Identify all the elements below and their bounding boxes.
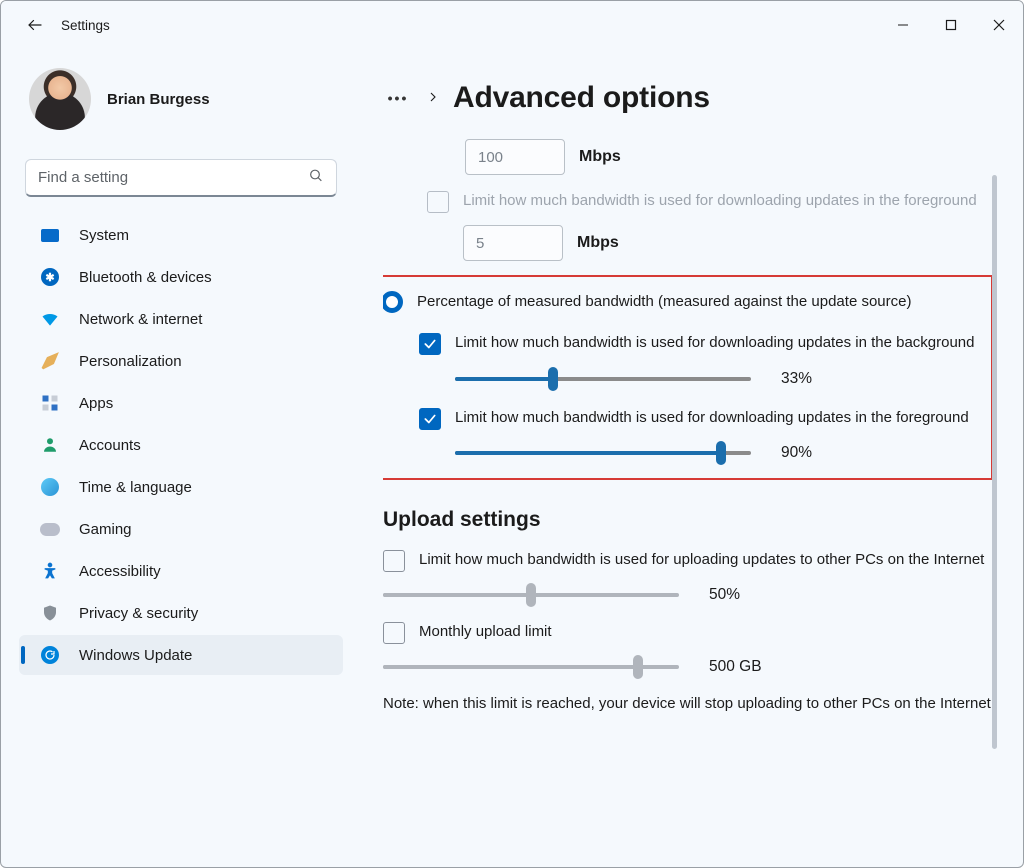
system-icon [39,224,61,246]
sidebar: Brian Burgess System ✱ Bluetooth & devic… [1,49,353,867]
settings-window: Settings Brian Burgess [0,0,1024,868]
breadcrumb: ••• Advanced options [383,81,1001,115]
breadcrumb-overflow-button[interactable]: ••• [383,83,413,113]
check-icon [423,412,437,426]
monthly-limit-checkbox[interactable] [383,622,405,644]
accessibility-icon [39,560,61,582]
nav-label: Privacy & security [79,605,198,622]
nav-label: Personalization [79,353,182,370]
bg-absolute-input[interactable]: 100 [465,139,565,175]
brush-icon [39,350,61,372]
upload-note: Note: when this limit is reached, your d… [383,694,997,714]
nav-gaming[interactable]: Gaming [19,509,343,549]
check-icon [423,337,437,351]
nav-label: Network & internet [79,311,202,328]
percentage-bandwidth-section: Percentage of measured bandwidth (measur… [383,275,993,480]
bluetooth-icon: ✱ [39,266,61,288]
fg-absolute-checkbox[interactable] [427,191,449,213]
nav-apps[interactable]: Apps [19,383,343,423]
unit-label: Mbps [577,234,619,252]
nav-label: Accounts [79,437,141,454]
nav-label: Time & language [79,479,192,496]
fg-absolute-label: Limit how much bandwidth is used for dow… [463,191,997,211]
nav-network[interactable]: Network & internet [19,299,343,339]
search-box[interactable] [25,159,337,197]
nav-time-language[interactable]: Time & language [19,467,343,507]
minimize-icon [897,19,909,31]
bg-pct-value: 33% [781,370,812,388]
close-button[interactable] [975,5,1023,45]
percentage-radio[interactable] [383,291,403,313]
nav-label: Accessibility [79,563,161,580]
wifi-icon [39,308,61,330]
upload-bw-slider[interactable] [383,584,679,606]
nav-label: System [79,227,129,244]
main-content: ••• Advanced options 100 Mbps [353,49,1023,867]
nav-privacy[interactable]: Privacy & security [19,593,343,633]
update-icon [39,644,61,666]
fg-pct-checkbox[interactable] [419,408,441,430]
nav-label: Gaming [79,521,132,538]
upload-settings-heading: Upload settings [383,508,997,532]
search-input[interactable] [26,169,336,186]
profile[interactable]: Brian Burgess [19,63,343,135]
upload-bw-value: 50% [709,586,740,604]
page-title: Advanced options [453,81,710,115]
maximize-icon [945,19,957,31]
monthly-limit-value: 500 GB [709,658,762,676]
nav-accounts[interactable]: Accounts [19,425,343,465]
arrow-left-icon [26,16,44,34]
scrollbar[interactable] [992,175,997,749]
apps-icon [39,392,61,414]
upload-bw-checkbox[interactable] [383,550,405,572]
nav-system[interactable]: System [19,215,343,255]
close-icon [993,19,1005,31]
nav-windows-update[interactable]: Windows Update [19,635,343,675]
bg-pct-slider[interactable] [455,368,751,390]
nav: System ✱ Bluetooth & devices Network & i… [19,215,343,675]
nav-personalization[interactable]: Personalization [19,341,343,381]
avatar [29,68,91,130]
bg-pct-checkbox[interactable] [419,333,441,355]
app-title: Settings [61,18,110,33]
bg-pct-label: Limit how much bandwidth is used for dow… [455,333,981,353]
nav-accessibility[interactable]: Accessibility [19,551,343,591]
monthly-limit-label: Monthly upload limit [419,622,997,642]
search-icon [308,167,324,188]
nav-label: Apps [79,395,113,412]
chevron-right-icon [427,90,439,106]
back-button[interactable] [15,5,55,45]
monthly-limit-slider[interactable] [383,656,679,678]
upload-bw-label: Limit how much bandwidth is used for upl… [419,550,997,570]
nav-label: Windows Update [79,647,192,664]
person-icon [39,434,61,456]
percentage-radio-label: Percentage of measured bandwidth (measur… [417,291,911,312]
nav-bluetooth[interactable]: ✱ Bluetooth & devices [19,257,343,297]
gamepad-icon [39,518,61,540]
fg-pct-value: 90% [781,444,812,462]
unit-label: Mbps [579,148,621,166]
fg-pct-slider[interactable] [455,442,751,464]
nav-label: Bluetooth & devices [79,269,212,286]
fg-absolute-input[interactable]: 5 [463,225,563,261]
globe-clock-icon [39,476,61,498]
maximize-button[interactable] [927,5,975,45]
fg-pct-label: Limit how much bandwidth is used for dow… [455,408,981,428]
minimize-button[interactable] [879,5,927,45]
shield-icon [39,602,61,624]
profile-name: Brian Burgess [107,91,210,108]
title-bar: Settings [1,1,1023,49]
